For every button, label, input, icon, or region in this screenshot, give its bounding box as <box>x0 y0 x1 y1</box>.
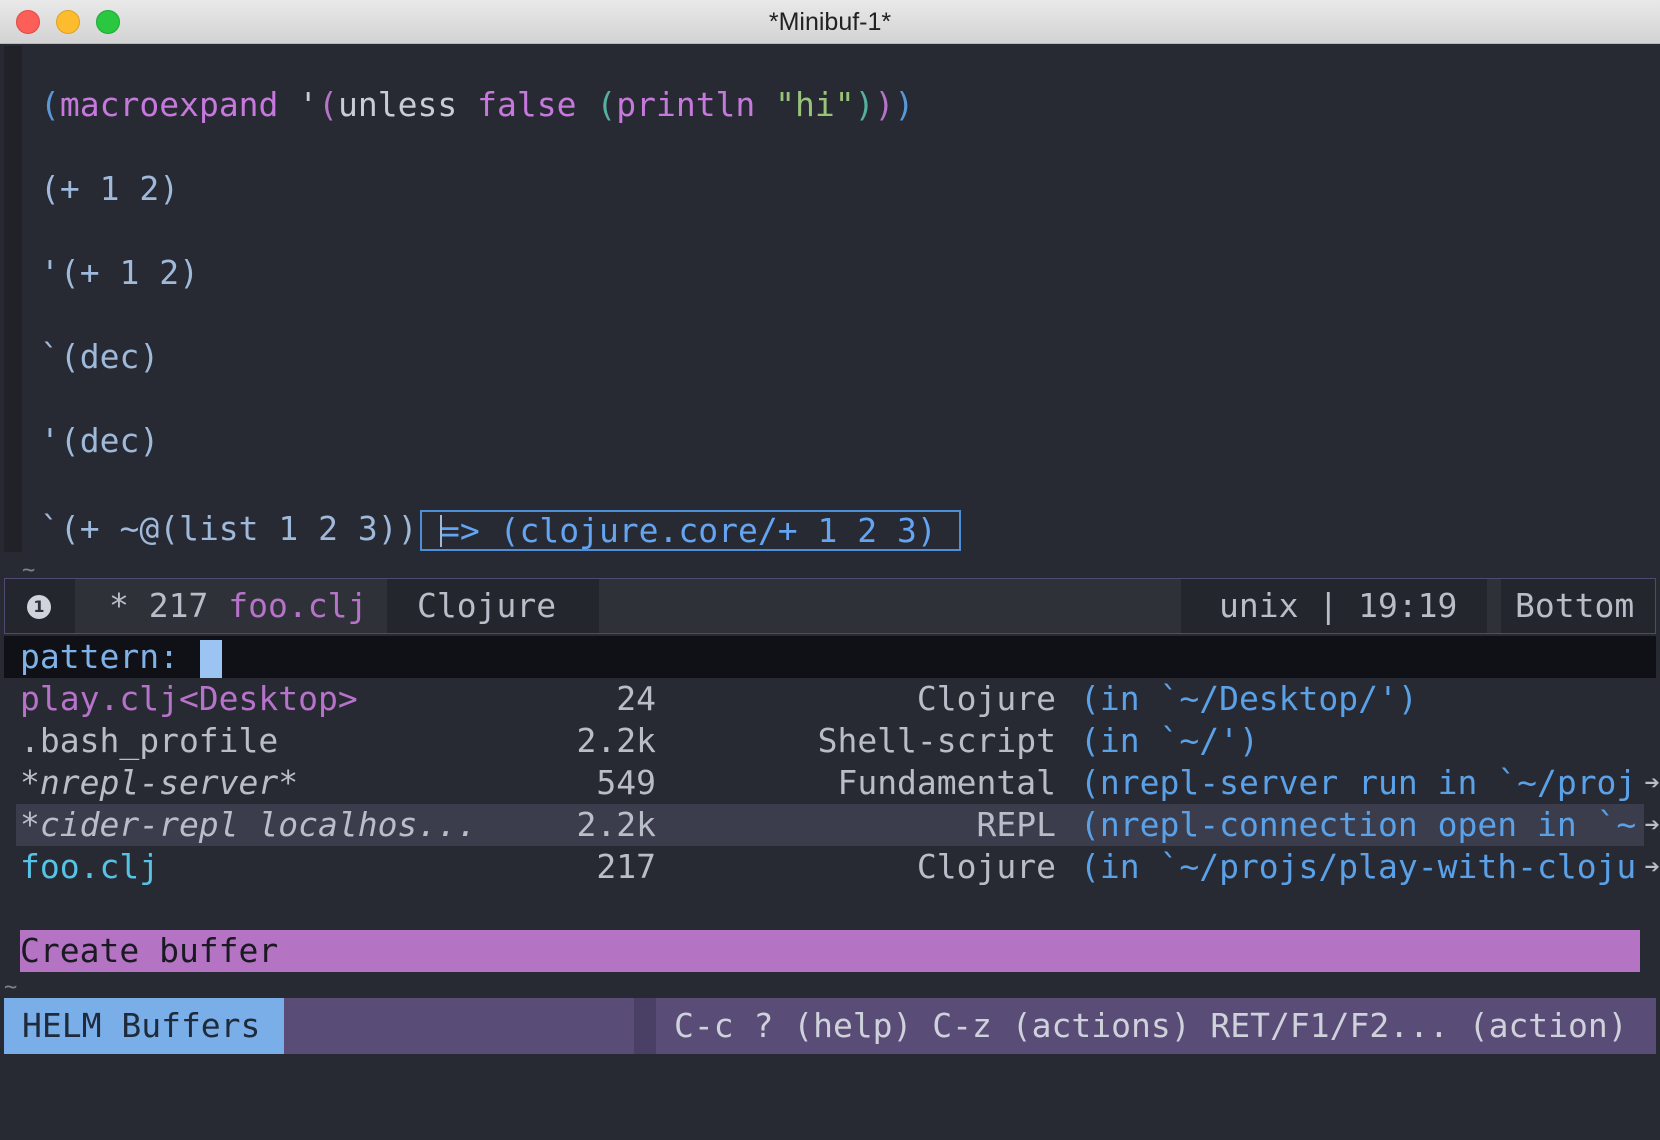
code-buffer[interactable]: (macroexpand '(unless false (println "hi… <box>0 44 1660 583</box>
helm-key-help: C-c ? (help) C-z (actions) RET/F1/F2... … <box>674 1006 1628 1045</box>
code-line-4[interactable]: `(dec) <box>40 335 159 379</box>
list-item[interactable]: play.clj<Desktop> 24 Clojure (in `~/Desk… <box>16 678 1644 720</box>
modified-flag: * <box>109 586 129 625</box>
helm-mode-line: HELM Buffers C-c ? (help) C-z (actions) … <box>4 998 1656 1054</box>
code-line-5[interactable]: '(dec) <box>40 419 159 463</box>
helm-source-name: HELM Buffers <box>4 998 284 1054</box>
list-item[interactable]: foo.clj 217 Clojure (in `~/projs/play-wi… <box>16 846 1660 888</box>
major-mode[interactable]: Clojure <box>387 579 599 633</box>
list-item[interactable]: .bash_profile 2.2k Shell-script (in `~/'… <box>16 720 1644 762</box>
buffer-info: * 217 foo.clj <box>109 579 367 633</box>
text-cursor <box>440 515 442 547</box>
code-line-6[interactable]: `(+ ~@(list 1 2 3)) <box>40 507 418 551</box>
source-header-create-buffer[interactable]: Create buffer <box>20 930 1640 972</box>
list-item-selected[interactable]: *cider-repl localhos... 2.2k REPL (nrepl… <box>16 804 1660 846</box>
truncation-arrow-icon: ➔ <box>1644 810 1660 840</box>
minibuffer-cursor <box>200 640 222 678</box>
list-item[interactable]: *nrepl-server* 549 Fundamental (nrepl-se… <box>16 762 1660 804</box>
buffer-position: Bottom <box>1501 579 1655 633</box>
truncation-arrow-icon: ➔ <box>1644 852 1660 882</box>
title-bar: *Minibuf-1* <box>0 0 1660 44</box>
code-line-3[interactable]: '(+ 1 2) <box>40 251 199 295</box>
mode-line-separator <box>634 998 656 1054</box>
mode-line: 1 * 217 foo.clj Clojure unix | 19:19 Bot… <box>4 578 1656 634</box>
fringe <box>4 46 22 552</box>
buffer-filename[interactable]: foo.clj <box>228 586 367 625</box>
eval-result-overlay: => (clojure.core/+ 1 2 3) <box>420 510 961 551</box>
buffer-size: 217 <box>148 586 209 625</box>
code-line-2[interactable]: (+ 1 2) <box>40 167 179 211</box>
code-line-1[interactable]: (macroexpand '(unless false (println "hi… <box>40 83 914 127</box>
encoding-position: unix | 19:19 <box>1181 579 1487 633</box>
prompt-label: pattern: <box>20 637 179 676</box>
window-number-badge: 1 <box>27 595 51 619</box>
truncation-arrow-icon: ➔ <box>1644 768 1660 798</box>
empty-line-indicator: ~ <box>4 975 18 1000</box>
minibuffer-prompt[interactable]: pattern: <box>4 636 1656 678</box>
window-title: *Minibuf-1* <box>768 8 892 36</box>
